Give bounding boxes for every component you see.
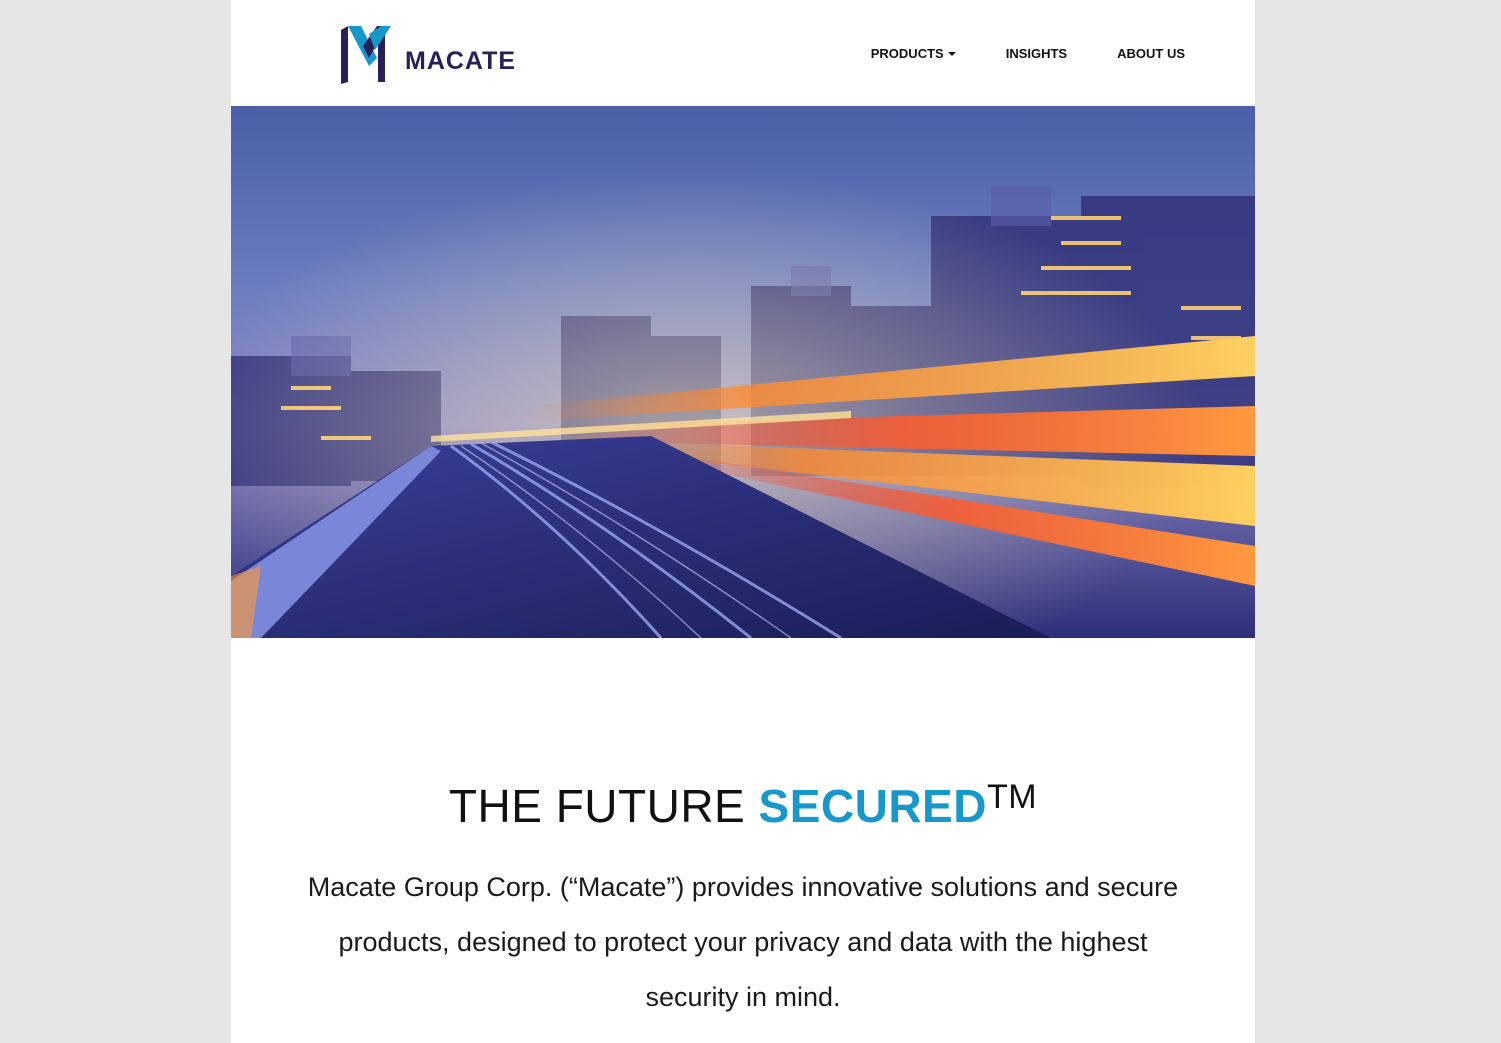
site-header: MACATE PRODUCTS INSIGHTS ABOUT US	[231, 0, 1255, 106]
hero-illustration	[231, 106, 1255, 638]
page: MACATE PRODUCTS INSIGHTS ABOUT US THE FU…	[231, 0, 1255, 1043]
logo-wordmark: MACATE	[405, 47, 517, 75]
logo-mark-icon	[341, 26, 391, 84]
nav-products[interactable]: PRODUCTS	[871, 45, 956, 63]
nav-products-label: PRODUCTS	[870, 46, 944, 61]
nav-insights[interactable]: INSIGHTS	[1006, 45, 1067, 63]
tagline-prefix: THE FUTURE	[448, 780, 759, 832]
intro-paragraph: Macate Group Corp. (“Macate”) provides i…	[307, 872, 1179, 1012]
tagline-heading: THE FUTURE SECUREDTM	[231, 768, 1255, 844]
trademark-mark: TM	[986, 778, 1038, 816]
tagline-highlight: SECURED	[758, 780, 987, 832]
logo-link[interactable]: MACATE	[339, 24, 544, 86]
caret-down-icon	[947, 52, 956, 56]
main-nav: PRODUCTS INSIGHTS ABOUT US	[871, 45, 1185, 63]
hero-image	[231, 106, 1255, 638]
nav-about-us[interactable]: ABOUT US	[1117, 45, 1185, 63]
